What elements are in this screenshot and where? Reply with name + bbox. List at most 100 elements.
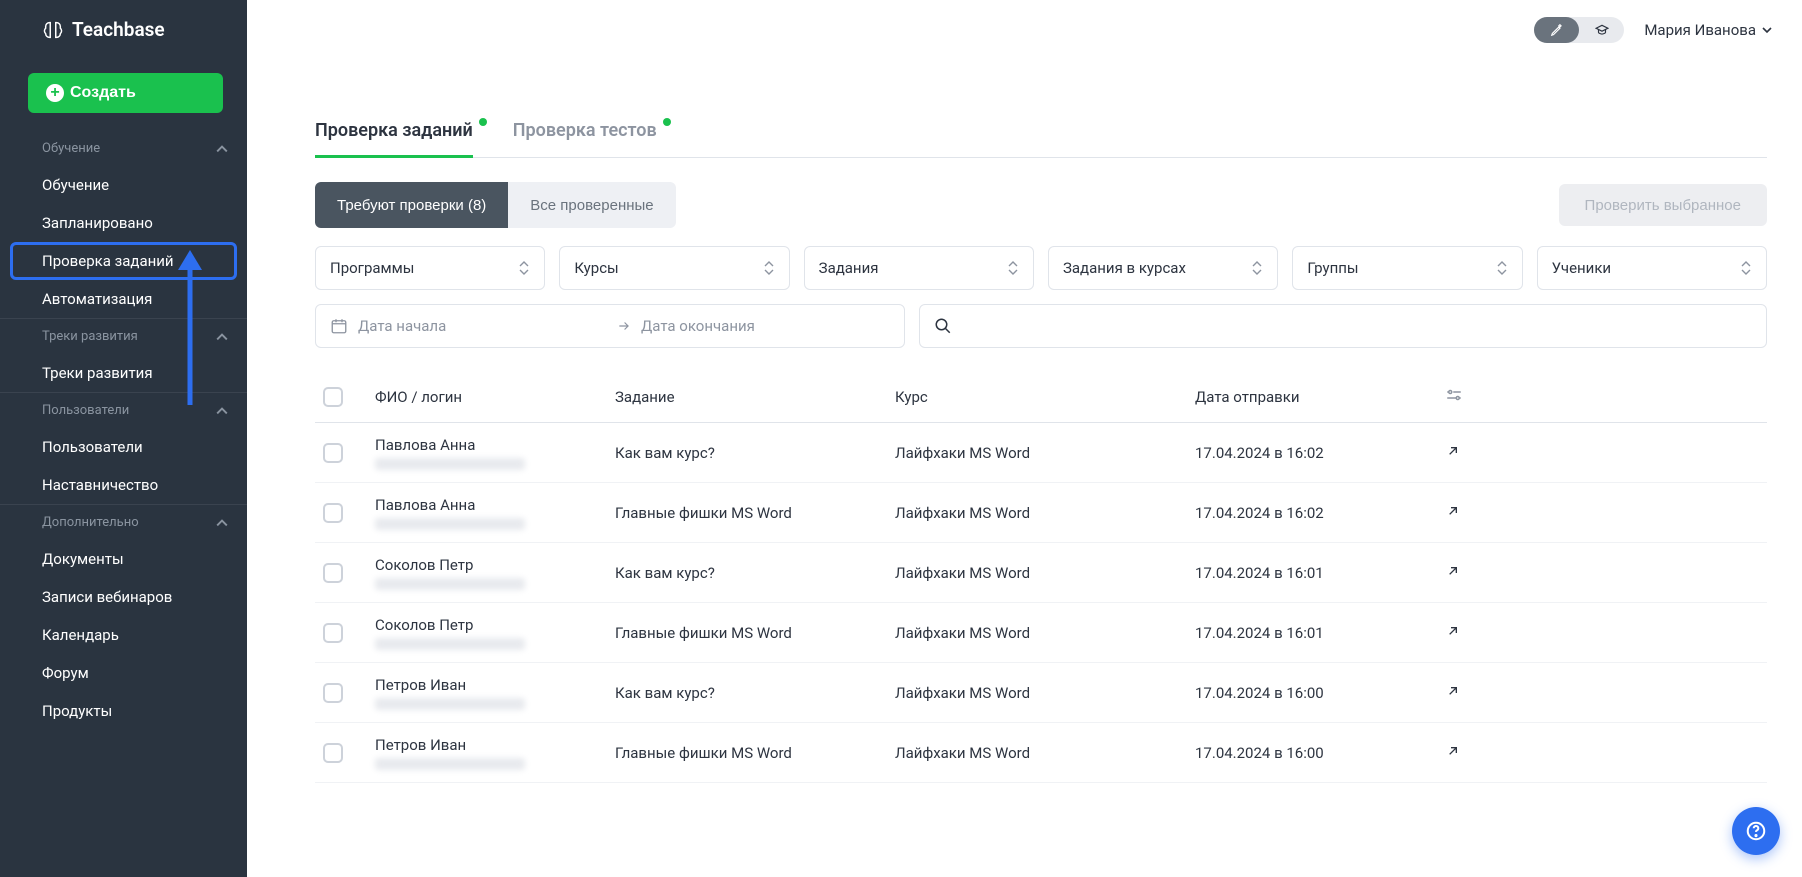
- role-toggle-edit[interactable]: [1534, 17, 1579, 43]
- tab[interactable]: Проверка тестов: [513, 120, 657, 157]
- sort-arrows-icon: [1007, 261, 1019, 275]
- table-row: Павлова АннаГлавные фишки MS WordЛайфхак…: [315, 483, 1767, 543]
- brand-logo: Teachbase: [0, 0, 247, 51]
- columns-settings-icon[interactable]: [1445, 386, 1463, 404]
- table-row: Соколов ПетрКак вам курс?Лайфхаки MS Wor…: [315, 543, 1767, 603]
- row-login-blurred: [375, 758, 525, 770]
- sidebar-item[interactable]: Обучение: [0, 166, 247, 204]
- chevron-up-icon: [215, 516, 229, 530]
- open-link-icon[interactable]: [1445, 623, 1461, 639]
- nav-section-header[interactable]: Дополнительно: [0, 504, 247, 540]
- sort-arrows-icon: [763, 261, 775, 275]
- tabs: Проверка заданий Проверка тестов: [315, 120, 1767, 158]
- filter-select[interactable]: Задания в курсах: [1048, 246, 1278, 290]
- tab[interactable]: Проверка заданий: [315, 120, 473, 157]
- date-range-picker[interactable]: Дата начала Дата окончания: [315, 304, 905, 348]
- sidebar-item[interactable]: Автоматизация: [0, 280, 247, 318]
- sidebar-item[interactable]: Продукты: [0, 692, 247, 730]
- row-checkbox[interactable]: [323, 563, 343, 583]
- sidebar-item[interactable]: Пользователи: [0, 428, 247, 466]
- row-task: Как вам курс?: [615, 564, 895, 582]
- row-checkbox[interactable]: [323, 443, 343, 463]
- row-task: Как вам курс?: [615, 444, 895, 462]
- filter-label: Ученики: [1552, 259, 1611, 277]
- brand-name: Teachbase: [72, 18, 165, 41]
- open-link-icon[interactable]: [1445, 563, 1461, 579]
- sidebar-item[interactable]: Запланировано: [0, 204, 247, 242]
- sidebar-item[interactable]: Документы: [0, 540, 247, 578]
- open-link-icon[interactable]: [1445, 443, 1461, 459]
- filter-label: Курсы: [574, 259, 618, 277]
- arrow-right-icon: [617, 319, 631, 333]
- nav-section-label: Треки развития: [42, 329, 138, 344]
- plus-icon: +: [46, 84, 64, 102]
- controls-row: Требуют проверки (8) Все проверенные Про…: [315, 182, 1767, 228]
- row-name: Петров Иван: [375, 736, 615, 754]
- filter-select[interactable]: Группы: [1292, 246, 1522, 290]
- filter-select[interactable]: Курсы: [559, 246, 789, 290]
- help-fab[interactable]: [1732, 807, 1780, 855]
- row-name: Соколов Петр: [375, 556, 615, 574]
- sidebar-item[interactable]: Наставничество: [0, 466, 247, 504]
- search-input[interactable]: [919, 304, 1767, 348]
- sidebar-item[interactable]: Форум: [0, 654, 247, 692]
- row-task: Главные фишки MS Word: [615, 624, 895, 642]
- row-login-blurred: [375, 578, 525, 590]
- col-sent: Дата отправки: [1195, 388, 1445, 406]
- select-all-checkbox[interactable]: [323, 387, 343, 407]
- role-toggle[interactable]: [1534, 17, 1624, 43]
- notification-dot: [479, 118, 487, 126]
- nav-section-header[interactable]: Пользователи: [0, 392, 247, 428]
- row-name: Петров Иван: [375, 676, 615, 694]
- row-checkbox[interactable]: [323, 623, 343, 643]
- nav-section-header[interactable]: Треки развития: [0, 318, 247, 354]
- row-sent: 17.04.2024 в 16:00: [1195, 684, 1445, 702]
- role-toggle-learn[interactable]: [1579, 17, 1624, 43]
- sidebar-item[interactable]: Проверка заданий: [10, 242, 237, 280]
- row-checkbox[interactable]: [323, 743, 343, 763]
- row-checkbox[interactable]: [323, 503, 343, 523]
- help-icon: [1745, 820, 1767, 842]
- filter-select[interactable]: Ученики: [1537, 246, 1767, 290]
- date-start[interactable]: Дата начала: [330, 317, 603, 335]
- table-row: Павлова АннаКак вам курс?Лайфхаки MS Wor…: [315, 423, 1767, 483]
- filter-label: Группы: [1307, 259, 1358, 277]
- sort-arrows-icon: [1496, 261, 1508, 275]
- tab-all-checked[interactable]: Все проверенные: [508, 182, 675, 228]
- row-name: Соколов Петр: [375, 616, 615, 634]
- search-icon: [934, 317, 952, 335]
- sidebar-item[interactable]: Треки развития: [0, 354, 247, 392]
- check-selected-button[interactable]: Проверить выбранное: [1559, 184, 1767, 226]
- filters-row: Программы Курсы Задания Задания в курсах Гру…: [315, 246, 1767, 290]
- open-link-icon[interactable]: [1445, 683, 1461, 699]
- row-name: Павлова Анна: [375, 496, 615, 514]
- filter-select[interactable]: Задания: [804, 246, 1034, 290]
- row-task: Главные фишки MS Word: [615, 504, 895, 522]
- row-checkbox[interactable]: [323, 683, 343, 703]
- row-name: Павлова Анна: [375, 436, 615, 454]
- col-name: ФИО / логин: [375, 388, 615, 406]
- nav-section-header[interactable]: Обучение: [0, 131, 247, 166]
- open-link-icon[interactable]: [1445, 503, 1461, 519]
- graduation-cap-icon: [1595, 23, 1609, 37]
- brain-icon: [42, 19, 64, 41]
- chevron-up-icon: [215, 142, 229, 156]
- row-login-blurred: [375, 698, 525, 710]
- row-task: Главные фишки MS Word: [615, 744, 895, 762]
- user-menu[interactable]: Мария Иванова: [1644, 21, 1772, 39]
- date-end-placeholder: Дата окончания: [641, 317, 755, 335]
- table-header: ФИО / логин Задание Курс Дата отправки: [315, 372, 1767, 423]
- date-search-row: Дата начала Дата окончания: [315, 304, 1767, 348]
- sidebar: Teachbase + Создать ОбучениеОбучениеЗапл…: [0, 0, 247, 877]
- open-link-icon[interactable]: [1445, 743, 1461, 759]
- create-button[interactable]: + Создать: [28, 73, 223, 113]
- tab-need-check[interactable]: Требуют проверки (8): [315, 182, 508, 228]
- row-login-blurred: [375, 518, 525, 530]
- date-end[interactable]: Дата окончания: [617, 317, 890, 335]
- sidebar-item[interactable]: Календарь: [0, 616, 247, 654]
- row-sent: 17.04.2024 в 16:00: [1195, 744, 1445, 762]
- row-course: Лайфхаки MS Word: [895, 504, 1195, 522]
- filter-select[interactable]: Программы: [315, 246, 545, 290]
- sidebar-item[interactable]: Записи вебинаров: [0, 578, 247, 616]
- main-content: Проверка заданий Проверка тестов Требуют …: [247, 60, 1802, 877]
